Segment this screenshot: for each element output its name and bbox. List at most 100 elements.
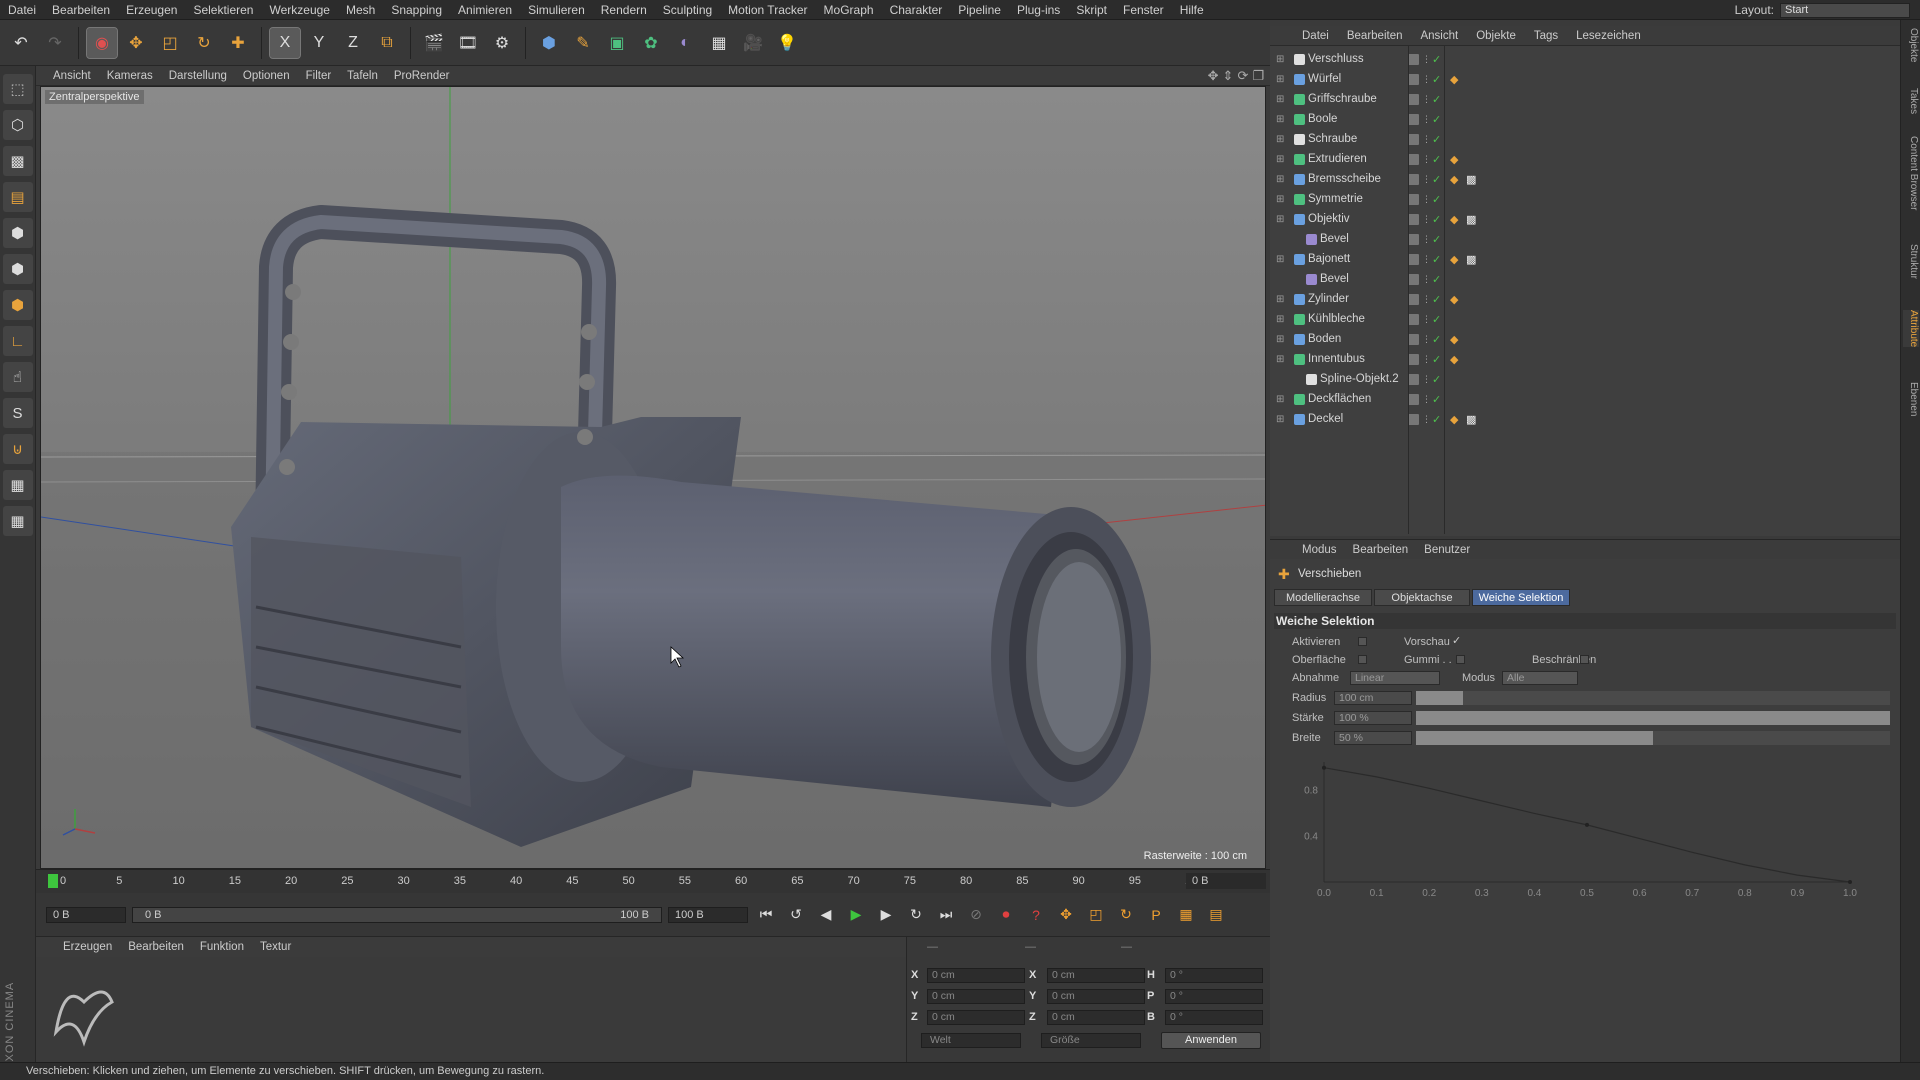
material-tag-icon[interactable]: ◆ — [1450, 293, 1458, 306]
enabled-check-icon[interactable]: ✓ — [1432, 53, 1441, 66]
attribute-menu-item-1[interactable]: Bearbeiten — [1345, 544, 1417, 556]
go-to-start-icon[interactable]: ⏮ — [754, 903, 778, 927]
enabled-check-icon[interactable]: ✓ — [1432, 113, 1441, 126]
visibility-dots-icon[interactable]: ⋮ — [1422, 315, 1431, 324]
viewport-menu-item-0[interactable]: Ansicht — [46, 70, 98, 82]
object-name[interactable]: Verschluss — [1308, 53, 1364, 65]
material-menu-item-1[interactable]: Bearbeiten — [121, 941, 191, 953]
viewport-menu-item-2[interactable]: Darstellung — [162, 70, 234, 82]
key-scale-icon[interactable]: ◰ — [1084, 903, 1108, 927]
visibility-dots-icon[interactable]: ⋮ — [1422, 295, 1431, 304]
coord-field[interactable]: 0 cm — [1047, 968, 1145, 983]
visibility-dots-icon[interactable]: ⋮ — [1422, 275, 1431, 284]
staerke-field[interactable]: 100 % — [1334, 711, 1412, 725]
expand-toggle-icon[interactable]: ⊞ — [1276, 114, 1284, 125]
breite-slider-track[interactable] — [1416, 731, 1890, 745]
object-row[interactable]: ⊞ Deckflächen ⋮ ✓ — [1270, 389, 1900, 409]
record-active-objects-icon[interactable]: ⏺ — [994, 903, 1018, 927]
next-frame-icon[interactable]: ▶ — [874, 903, 898, 927]
side-tab-3[interactable]: Struktur — [1903, 244, 1919, 279]
object-name[interactable]: Objektiv — [1308, 213, 1350, 225]
viewport-menu-item-1[interactable]: Kameras — [100, 70, 160, 82]
layer-color-icon[interactable] — [1408, 133, 1419, 145]
material-tag-icon[interactable]: ◆ — [1450, 173, 1458, 186]
layer-color-icon[interactable] — [1408, 173, 1419, 185]
current-frame-field[interactable]: 0 B — [1186, 873, 1266, 889]
autokeying-icon[interactable]: ? — [1024, 903, 1048, 927]
enabled-check-icon[interactable]: ✓ — [1432, 293, 1441, 306]
enabled-check-icon[interactable]: ✓ — [1432, 253, 1441, 266]
menu-item-14[interactable]: Pipeline — [950, 3, 1009, 17]
vorschau-checkbox[interactable]: ✓ — [1452, 634, 1461, 647]
object-name[interactable]: Bevel — [1320, 233, 1349, 245]
layer-color-icon[interactable] — [1408, 193, 1419, 205]
object-menu-item-1[interactable]: Bearbeiten — [1339, 30, 1411, 42]
layer-color-icon[interactable] — [1408, 53, 1419, 65]
material-tag-icon[interactable]: ◆ — [1450, 73, 1458, 86]
render-view-icon[interactable]: 🎬 — [419, 28, 449, 58]
menu-item-0[interactable]: Datei — [0, 3, 44, 17]
tab-objektachse[interactable]: Objektachse — [1374, 589, 1470, 606]
tab-weiche-selektion[interactable]: Weiche Selektion — [1472, 589, 1570, 606]
tweak-mode-icon[interactable]: ☝ — [2, 362, 33, 392]
gummi-checkbox[interactable] — [1456, 655, 1465, 664]
material-menu-item-2[interactable]: Funktion — [193, 941, 251, 953]
object-name[interactable]: Bevel — [1320, 273, 1349, 285]
enabled-check-icon[interactable]: ✓ — [1432, 213, 1441, 226]
expand-toggle-icon[interactable]: ⊞ — [1276, 334, 1284, 345]
pan-icon[interactable]: ✥ — [1208, 68, 1219, 84]
layer-color-icon[interactable] — [1408, 293, 1419, 305]
expand-toggle-icon[interactable]: ⊞ — [1276, 54, 1284, 65]
checker-tag-icon[interactable]: ▩ — [1466, 213, 1476, 226]
aktivieren-checkbox[interactable] — [1358, 637, 1367, 646]
expand-toggle-icon[interactable]: ⊞ — [1276, 194, 1284, 205]
snap-icon[interactable]: S — [2, 398, 33, 428]
viewport-menu-item-6[interactable]: ProRender — [387, 70, 457, 82]
coord-field[interactable]: 0 cm — [927, 968, 1025, 983]
timeline-playhead[interactable] — [48, 874, 58, 888]
expand-toggle-icon[interactable]: ⊞ — [1276, 134, 1284, 145]
menu-item-10[interactable]: Sculpting — [655, 3, 720, 17]
menu-item-2[interactable]: Erzeugen — [118, 3, 185, 17]
make-editable-icon[interactable]: ⬚ — [2, 74, 33, 104]
material-tag-icon[interactable]: ◆ — [1450, 153, 1458, 166]
coord-field[interactable]: 0 ° — [1165, 989, 1263, 1004]
key-parameter-icon[interactable]: P — [1144, 903, 1168, 927]
object-name[interactable]: Griffschraube — [1308, 93, 1377, 105]
undo-icon[interactable]: ↶ — [6, 28, 36, 58]
visibility-dots-icon[interactable]: ⋮ — [1422, 95, 1431, 104]
menu-item-7[interactable]: Animieren — [450, 3, 520, 17]
visibility-dots-icon[interactable]: ⋮ — [1422, 255, 1431, 264]
object-name[interactable]: Deckel — [1308, 413, 1343, 425]
menu-item-18[interactable]: Hilfe — [1172, 3, 1212, 17]
side-tab-2[interactable]: Content Browser — [1903, 136, 1919, 210]
texture-mode-icon[interactable]: ▩ — [2, 146, 33, 176]
enabled-check-icon[interactable]: ✓ — [1432, 133, 1441, 146]
enabled-check-icon[interactable]: ✓ — [1432, 173, 1441, 186]
add-object-icon[interactable]: ✚ — [223, 28, 253, 58]
layer-color-icon[interactable] — [1408, 413, 1419, 425]
cloner-icon[interactable]: ✿ — [636, 28, 666, 58]
object-row[interactable]: ⊞ Symmetrie ⋮ ✓ — [1270, 189, 1900, 209]
viewport-menu-item-5[interactable]: Tafeln — [340, 70, 385, 82]
menu-item-5[interactable]: Mesh — [338, 3, 383, 17]
motion-record-icon[interactable]: ⊘ — [964, 903, 988, 927]
oberflaeche-checkbox[interactable] — [1358, 655, 1367, 664]
material-tag-icon[interactable]: ◆ — [1450, 353, 1458, 366]
model-mode-icon[interactable]: ⬡ — [2, 110, 33, 140]
expand-toggle-icon[interactable]: ⊞ — [1276, 354, 1284, 365]
timeline-window-icon[interactable]: ▤ — [1204, 903, 1228, 927]
modus-dropdown[interactable]: Alle — [1502, 671, 1578, 685]
object-row[interactable]: ⊞ Boden ⋮ ✓ ◆ — [1270, 329, 1900, 349]
visibility-dots-icon[interactable]: ⋮ — [1422, 375, 1431, 384]
menu-item-15[interactable]: Plug-ins — [1009, 3, 1068, 17]
checker-tag-icon[interactable]: ▩ — [1466, 253, 1476, 266]
render-settings-icon[interactable]: ⚙ — [487, 28, 517, 58]
layer-color-icon[interactable] — [1408, 393, 1419, 405]
visibility-dots-icon[interactable]: ⋮ — [1422, 335, 1431, 344]
layer-color-icon[interactable] — [1408, 273, 1419, 285]
size-mode-dropdown[interactable]: Größe — [1041, 1033, 1141, 1048]
object-name[interactable]: Innentubus — [1308, 353, 1365, 365]
expand-toggle-icon[interactable]: ⊞ — [1276, 74, 1284, 85]
object-name[interactable]: Extrudieren — [1308, 153, 1367, 165]
